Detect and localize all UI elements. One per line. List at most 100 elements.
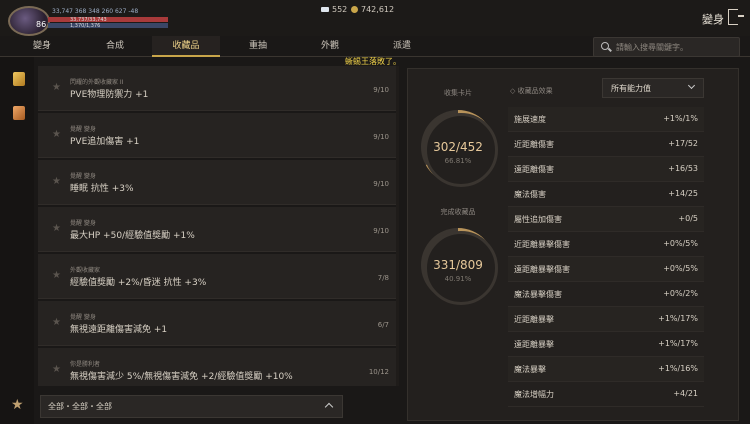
completed-gauge-value: 331/809	[433, 258, 483, 272]
mp-bar	[48, 23, 168, 28]
search-box[interactable]	[593, 37, 740, 57]
item-count: 6/7	[377, 321, 389, 329]
tab-dispatch[interactable]: 派遣	[372, 36, 432, 56]
hp-bar	[48, 17, 168, 22]
stat-name: 遠距離暴擊	[514, 340, 554, 349]
item-category: 覺醒 變身	[70, 314, 96, 321]
list-item[interactable]: ★ 覺醒 變身 PVE追加傷害 +1 9/10	[38, 113, 396, 158]
collection-list: ★ 閃耀的外觀收藏家 II PVE物理防禦力 +1 9/10 ★ 覺醒 變身 P…	[38, 66, 396, 386]
list-item[interactable]: ★ 你是勝利者 無視傷害減少 5%/無視傷害減免 +2/經驗值獎勵 +10% 1…	[38, 348, 396, 386]
stat-value: +17/52	[668, 139, 698, 148]
chevron-up-icon	[324, 402, 334, 412]
stat-row: 魔法傷害 +14/25	[508, 182, 704, 207]
list-item[interactable]: ★ 外觀收藏家 經驗值獎勵 +2%/昏迷 抗性 +3% 7/8	[38, 254, 396, 299]
star-icon[interactable]: ★	[52, 270, 61, 281]
collection-book-icon[interactable]	[13, 72, 25, 86]
chevron-down-icon	[687, 81, 696, 90]
favorite-star-icon[interactable]: ★	[11, 397, 24, 413]
stat-row: 魔法暴擊傷害 +0%/2%	[508, 282, 704, 307]
tab-synthesis[interactable]: 合成	[85, 36, 145, 56]
collection-book-icon-2[interactable]	[13, 106, 25, 120]
stat-filter-value: 所有能力值	[611, 84, 651, 93]
tab-transform[interactable]: 變身	[12, 36, 72, 56]
stat-value: +16/53	[668, 164, 698, 173]
tab-collection[interactable]: 收藏品	[152, 36, 220, 57]
item-category: 閃耀的外觀收藏家 II	[70, 79, 124, 86]
list-scrollbar[interactable]	[396, 66, 399, 386]
stat-row: 近距離暴擊傷害 +0%/5%	[508, 232, 704, 257]
item-effect: 最大HP +50/經驗值獎勵 +1%	[70, 231, 195, 241]
effects-label-text: 收藏品效果	[517, 87, 553, 95]
star-icon[interactable]: ★	[52, 82, 61, 93]
completed-gauge-percent: 40.91%	[444, 275, 472, 283]
stat-value: +1%/17%	[658, 339, 698, 348]
item-count: 9/10	[373, 180, 389, 188]
star-icon[interactable]: ★	[52, 364, 61, 375]
exit-icon[interactable]	[728, 9, 744, 25]
list-item[interactable]: ★ 覺醒 變身 無視遠距離傷害減免 +1 6/7	[38, 301, 396, 346]
star-icon[interactable]: ★	[52, 176, 61, 187]
stat-value: +0%/2%	[663, 289, 698, 298]
stat-value: +14/25	[668, 189, 698, 198]
stat-value: +0%/5%	[663, 239, 698, 248]
stat-row: 屬性追加傷害 +0/5	[508, 207, 704, 232]
search-input[interactable]	[614, 39, 738, 56]
player-stats: 33,747 368 348 260 627 -48	[52, 8, 139, 15]
filter-dropdown[interactable]: 全部・全部・全部	[40, 395, 343, 418]
item-effect: 無視傷害減少 5%/無視傷害減免 +2/經驗值獎勵 +10%	[70, 372, 293, 382]
item-effect: 經驗值獎勵 +2%/昏迷 抗性 +3%	[70, 278, 207, 288]
item-category: 外觀收藏家	[70, 267, 101, 274]
stat-row: 近距離傷害 +17/52	[508, 132, 704, 157]
list-item[interactable]: ★ 覺醒 變身 睡眠 抗性 +3% 9/10	[38, 160, 396, 205]
gold-amount: 742,612	[361, 5, 395, 14]
page-title: 變身	[702, 13, 724, 26]
stat-name: 近距離暴擊	[514, 315, 554, 324]
stat-name: 魔法增幅力	[514, 390, 554, 399]
star-icon[interactable]: ★	[52, 223, 61, 234]
stat-value: +4/21	[673, 389, 698, 398]
stat-name: 魔法傷害	[514, 190, 546, 199]
stat-name: 施展速度	[514, 115, 546, 124]
stat-value: +0/5	[678, 214, 698, 223]
item-effect: PVE物理防禦力 +1	[70, 90, 149, 100]
stat-row: 魔法暴擊 +1%/16%	[508, 357, 704, 382]
item-effect: PVE追加傷害 +1	[70, 137, 140, 147]
stat-value: +0%/5%	[663, 264, 698, 273]
diamond-currency: 552	[321, 5, 347, 14]
stat-row: 施展速度 +1%/1%	[508, 107, 704, 132]
stat-row: 遠距離傷害 +16/53	[508, 157, 704, 182]
item-category: 覺醒 變身	[70, 220, 96, 227]
tab-redraw[interactable]: 重抽	[228, 36, 288, 56]
stat-row: 魔法增幅力 +4/21	[508, 382, 704, 407]
gold-coin-icon	[351, 6, 358, 13]
top-bar: 86 33,747 368 348 260 627 -48 33,737/33,…	[0, 0, 750, 36]
diamond-amount: 552	[332, 5, 348, 14]
item-count: 9/10	[373, 227, 389, 235]
gold-currency: 742,612	[351, 5, 394, 14]
item-category: 覺醒 變身	[70, 126, 96, 133]
mp-text: 1,370/1,376	[70, 23, 101, 29]
stat-name: 遠距離傷害	[514, 165, 554, 174]
item-effect: 無視遠距離傷害減免 +1	[70, 325, 168, 335]
stat-row: 遠距離暴擊傷害 +0%/5%	[508, 257, 704, 282]
list-item[interactable]: ★ 閃耀的外觀收藏家 II PVE物理防禦力 +1 9/10	[38, 66, 396, 111]
list-item[interactable]: ★ 覺醒 變身 最大HP +50/經驗值獎勵 +1% 9/10	[38, 207, 396, 252]
cards-gauge-value: 302/452	[433, 140, 483, 154]
item-count: 9/10	[373, 133, 389, 141]
completed-gauge-label: 完成收藏品	[440, 208, 476, 216]
item-count: 9/10	[373, 86, 389, 94]
stat-name: 魔法暴擊	[514, 365, 546, 374]
stat-row: 遠距離暴擊 +1%/17%	[508, 332, 704, 357]
cards-gauge-percent: 66.81%	[444, 157, 472, 165]
search-icon[interactable]	[601, 42, 609, 50]
stat-name: 遠距離暴擊傷害	[514, 265, 570, 274]
star-icon[interactable]: ★	[52, 317, 61, 328]
filter-label: 全部・全部・全部	[48, 402, 112, 411]
tab-appearance[interactable]: 外觀	[300, 36, 360, 56]
stat-name: 屬性追加傷害	[514, 215, 562, 224]
player-level: 86	[36, 20, 47, 29]
effects-label: ◇ 收藏品效果	[510, 87, 553, 95]
cards-gauge-label: 收集卡片	[444, 89, 472, 97]
stat-filter-dropdown[interactable]: 所有能力值	[602, 78, 704, 98]
star-icon[interactable]: ★	[52, 129, 61, 140]
